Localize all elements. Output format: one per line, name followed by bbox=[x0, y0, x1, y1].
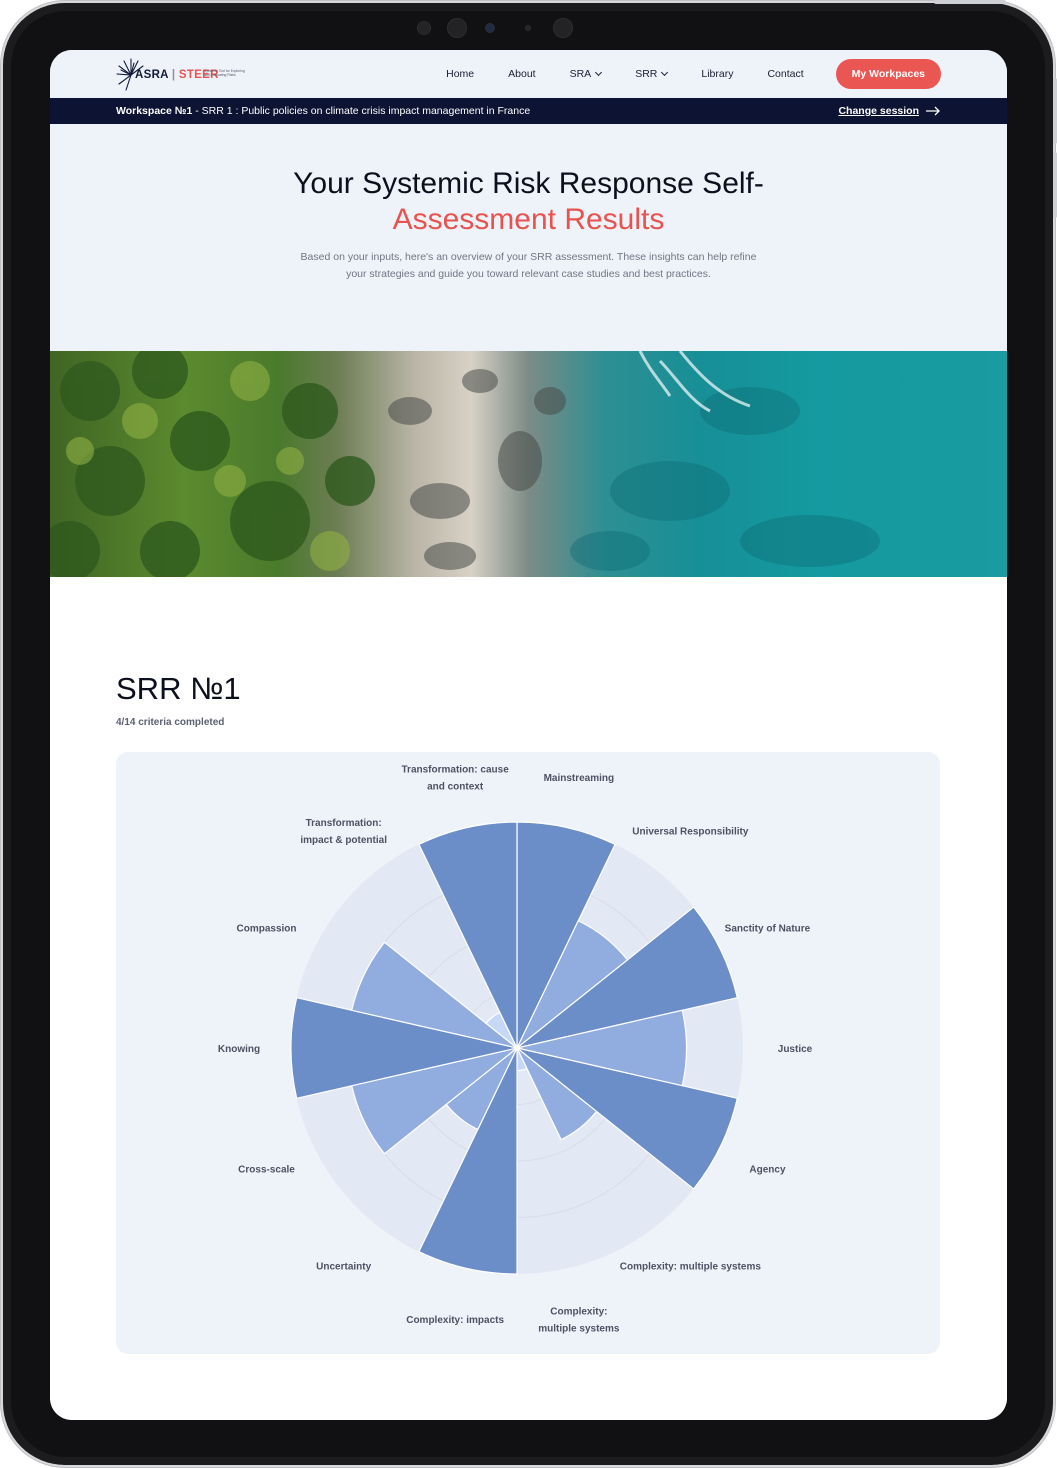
results-section: SRR №1 4/14 criteria completed Mainstrea… bbox=[50, 577, 1007, 1420]
workspace-name: Workspace №1 bbox=[116, 105, 193, 117]
chevron-down-icon bbox=[661, 68, 669, 77]
nav-contact-label: Contact bbox=[767, 68, 804, 80]
page-title-line2: Assessment Results bbox=[392, 203, 665, 236]
chart-axis-label: Compassion bbox=[237, 923, 297, 934]
coastline-banner-image bbox=[50, 351, 1007, 577]
light-sensor-icon bbox=[525, 25, 531, 31]
nav-library[interactable]: Library bbox=[701, 68, 733, 80]
logo-subtitle: Systemic Tool for Exploring and Evaluati… bbox=[204, 69, 245, 77]
logo[interactable]: ASRA | STEER Systemic Tool for Exploring… bbox=[116, 57, 248, 93]
chart-axis-label: Sanctity of Nature bbox=[725, 923, 811, 934]
sensor-icon bbox=[417, 21, 431, 35]
volume-up-button bbox=[1053, 78, 1057, 144]
aerial-coast-illustration bbox=[50, 351, 880, 577]
nav-library-label: Library bbox=[701, 68, 734, 80]
hero-section: Your Systemic Risk Response Self- Assessm… bbox=[50, 124, 1007, 351]
session-info: Workspace №1 - SRR 1 : Public policies o… bbox=[116, 105, 530, 117]
chart-axis-label: Agency bbox=[749, 1165, 786, 1176]
chart-axis-label: Complexity: multiple systems bbox=[620, 1261, 762, 1272]
nav-srr[interactable]: SRR bbox=[635, 68, 669, 80]
nav-sra-label: SRA bbox=[569, 68, 592, 80]
chart-axis-label: Justice bbox=[778, 1044, 813, 1055]
nav-sra[interactable]: SRA bbox=[569, 68, 603, 80]
session-separator: - bbox=[192, 105, 202, 117]
change-session-link[interactable]: Change session bbox=[838, 105, 941, 117]
logo-text-asra: ASRA bbox=[135, 69, 169, 81]
nav-srr-label: SRR bbox=[635, 68, 658, 80]
page-title-line1: Your Systemic Risk Response Self- bbox=[293, 167, 764, 200]
nav-about-label: About bbox=[508, 68, 536, 80]
chart-axis-label: Uncertainty bbox=[316, 1261, 371, 1272]
chart-axis-label: Universal Responsibility bbox=[632, 827, 749, 838]
session-name: SRR 1 : Public policies on climate crisi… bbox=[201, 105, 531, 117]
chart-axis-label: Transformation: impact & potential bbox=[300, 818, 387, 846]
srr-chart-card: Mainstreaming Universal Responsibility San… bbox=[116, 752, 940, 1354]
camera-array bbox=[413, 17, 593, 39]
chart-axis-label: Transformation: cause and context bbox=[402, 764, 510, 792]
front-camera-icon bbox=[485, 23, 495, 33]
arrow-right-icon bbox=[926, 106, 940, 116]
page-title: Your Systemic Risk Response Self- Assessm… bbox=[50, 166, 1007, 238]
main-nav: Home About SRA SRR Library Contact My Wo… bbox=[412, 59, 941, 89]
nav-about[interactable]: About bbox=[508, 68, 535, 80]
nav-contact[interactable]: Contact bbox=[767, 68, 803, 80]
nav-home[interactable]: Home bbox=[446, 68, 474, 80]
srr-title: SRR №1 bbox=[116, 671, 241, 706]
criteria-progress: 4/14 criteria completed bbox=[116, 717, 225, 728]
session-bar: Workspace №1 - SRR 1 : Public policies o… bbox=[50, 98, 1007, 124]
hero-description: Based on your inputs, here's an overview… bbox=[300, 251, 757, 280]
chart-axis-label: Mainstreaming bbox=[544, 773, 615, 784]
chart-axis-label: Complexity: impacts bbox=[406, 1315, 504, 1326]
chevron-down-icon bbox=[595, 68, 603, 77]
change-session-label: Change session bbox=[838, 105, 919, 117]
site-header: ASRA | STEER Systemic Tool for Exploring… bbox=[50, 50, 1007, 98]
volume-down-button bbox=[1053, 152, 1057, 218]
polar-area-chart: Mainstreaming Universal Responsibility San… bbox=[218, 764, 813, 1335]
chart-axis-label: Cross-scale bbox=[238, 1165, 295, 1176]
screen: ASRA | STEER Systemic Tool for Exploring… bbox=[50, 50, 1007, 1420]
my-workspaces-button[interactable]: My Workpaces bbox=[835, 59, 941, 89]
top-button bbox=[934, 0, 1006, 4]
nav-home-label: Home bbox=[446, 68, 475, 80]
flood-illuminator-icon bbox=[553, 18, 573, 38]
chart-axis-label: Knowing bbox=[218, 1044, 260, 1055]
camera-lens-icon bbox=[447, 18, 467, 38]
chart-axis-label: Complexity: multiple systems bbox=[538, 1307, 620, 1335]
